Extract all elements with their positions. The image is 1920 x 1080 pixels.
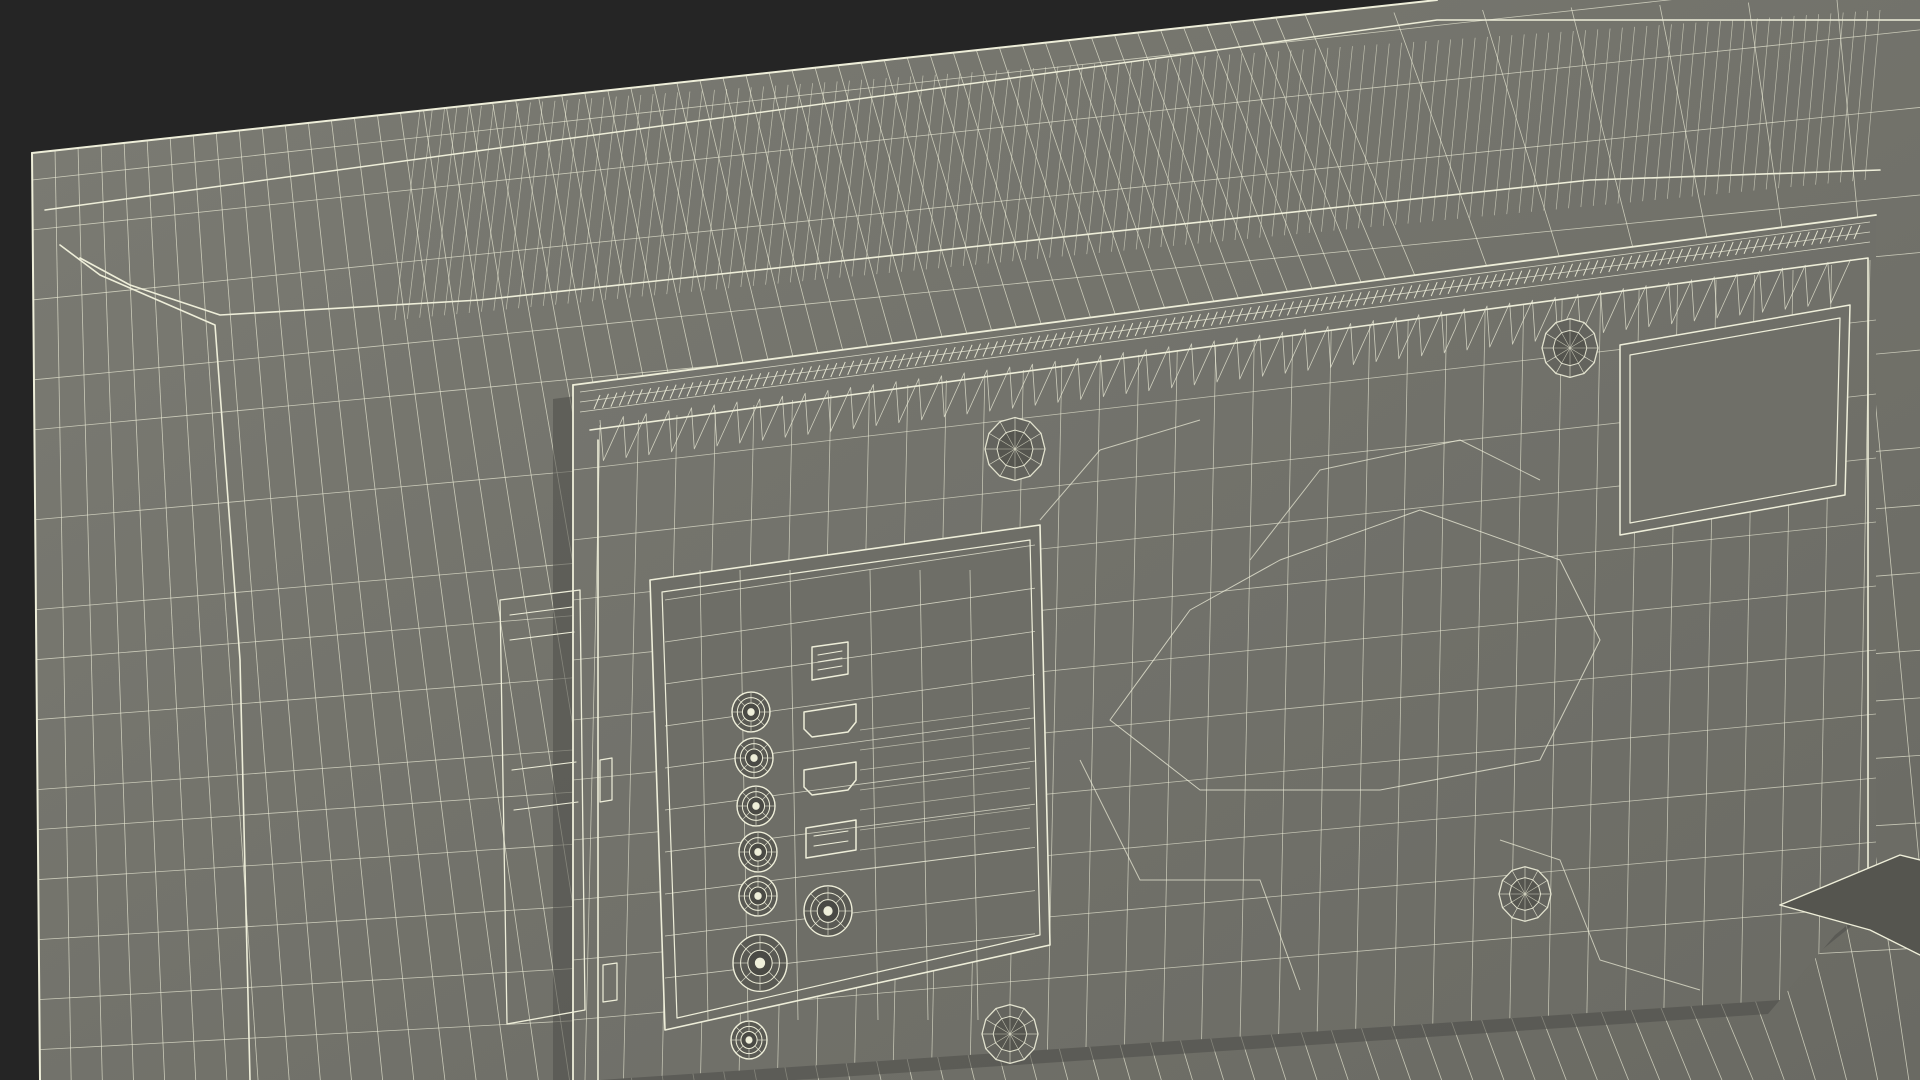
rca-jack-4 (738, 831, 778, 873)
connector-bay (649, 524, 1051, 1031)
rca-jack-1 (731, 691, 771, 733)
rf-input-jack (732, 933, 788, 993)
antenna-coax-jack (803, 885, 853, 937)
rca-jack-5 (738, 875, 778, 917)
rca-jack-2 (734, 737, 774, 779)
bottom-port (730, 1020, 768, 1060)
rca-jack-3 (736, 785, 776, 827)
wireframe-render-viewport (0, 0, 1920, 1080)
label-plate-recess (1619, 304, 1851, 536)
